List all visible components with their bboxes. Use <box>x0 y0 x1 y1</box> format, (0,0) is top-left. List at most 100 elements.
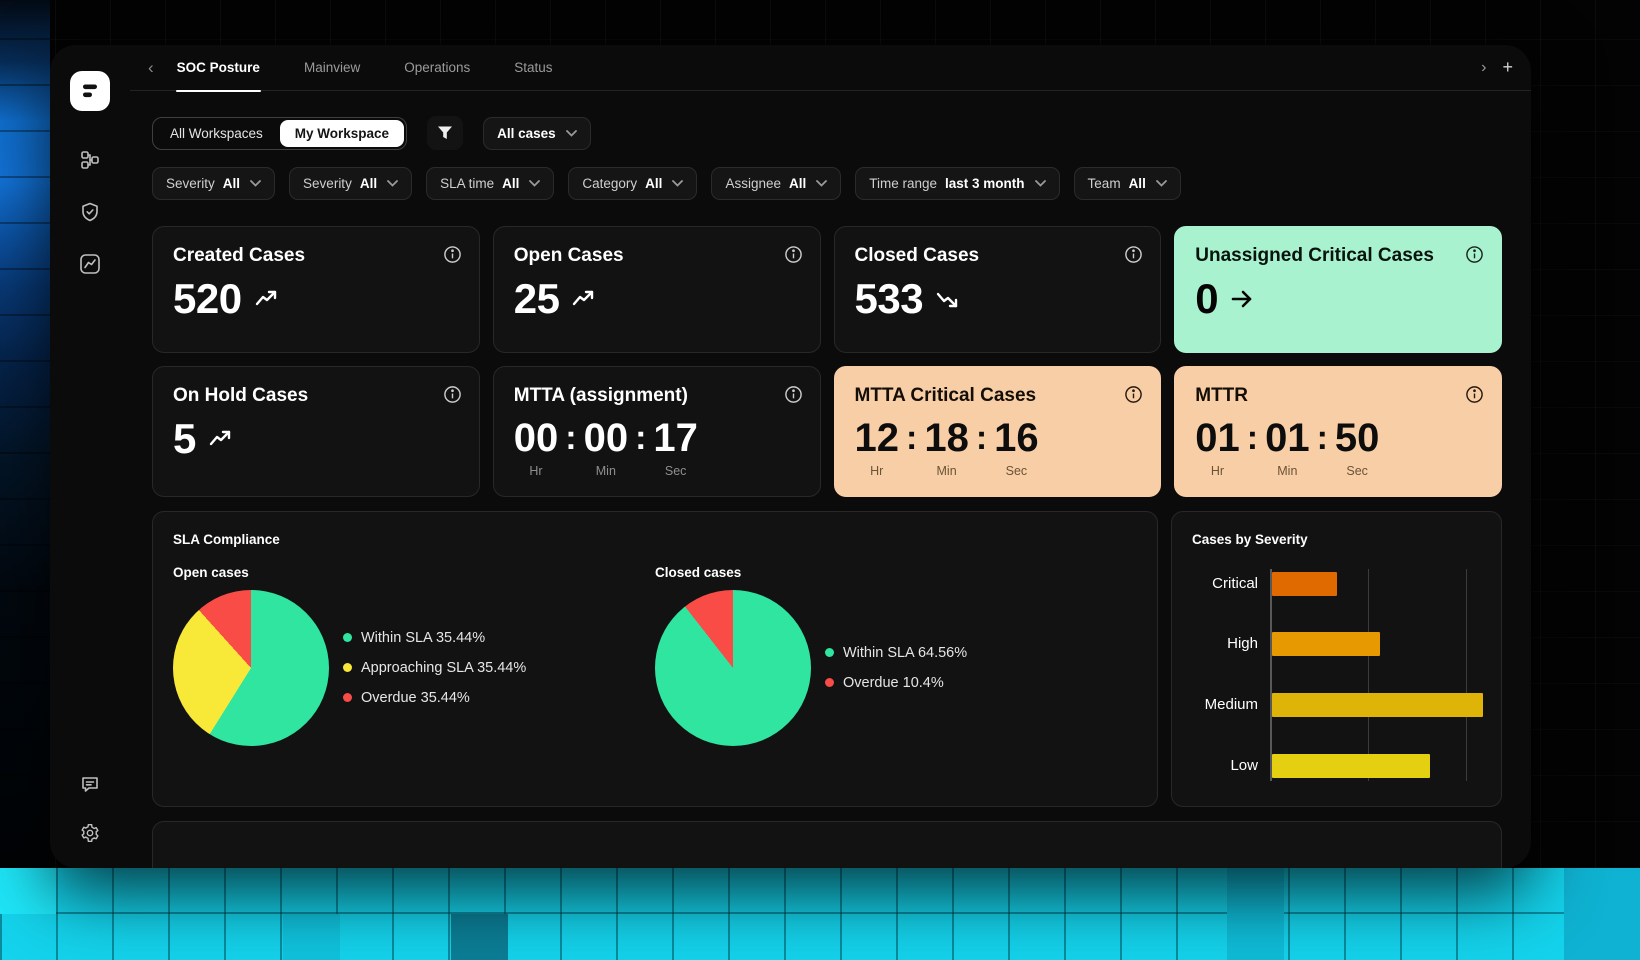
dashboard-main: All Workspaces My Workspace All cases <box>130 91 1531 868</box>
legend-label: Within SLA 35.44% <box>361 630 485 646</box>
tab-bar: ‹ SOC Posture Mainview Operations Status… <box>130 45 1531 91</box>
severity-filter-2[interactable]: Severity All <box>289 167 412 200</box>
time-minutes: 00 <box>584 418 629 458</box>
sla-time-filter[interactable]: SLA time All <box>426 167 554 200</box>
closed-cases-pie-chart <box>655 590 811 746</box>
kpi-title: MTTR <box>1195 385 1481 408</box>
filter-label: Severity <box>166 176 215 191</box>
bar-low <box>1272 754 1430 778</box>
time-separator: : <box>558 418 583 458</box>
gridline <box>1368 569 1369 781</box>
nav-analytics-icon[interactable] <box>71 245 109 283</box>
sla-compliance-card: SLA Compliance Open cases Within SLA 35.… <box>152 511 1158 807</box>
my-workspace-button[interactable]: My Workspace <box>280 120 404 147</box>
team-filter[interactable]: Team All <box>1074 167 1181 200</box>
severity-filter-1[interactable]: Severity All <box>152 167 275 200</box>
filter-funnel-button[interactable] <box>427 116 463 150</box>
filter-value: All <box>789 176 806 191</box>
chevron-down-icon <box>566 130 577 137</box>
time-seconds-label: Sec <box>665 464 687 478</box>
info-icon[interactable] <box>1122 383 1145 406</box>
bar-critical <box>1272 572 1337 596</box>
nav-shield-icon[interactable] <box>71 193 109 231</box>
kpi-grid: Created Cases 520 Open Cases <box>152 226 1502 497</box>
info-icon[interactable] <box>782 383 805 406</box>
legend-dot-overdue <box>825 678 834 687</box>
legend-item: Within SLA 35.44% <box>343 623 526 653</box>
settings-gear-icon[interactable] <box>71 814 109 852</box>
open-cases-chart: Open cases Within SLA 35.44% Approaching… <box>173 565 655 746</box>
tab-operations[interactable]: Operations <box>391 45 483 91</box>
legend-label: Within SLA 64.56% <box>843 645 967 661</box>
severity-plot-area <box>1270 569 1481 781</box>
time-range-filter[interactable]: Time range last 3 month <box>855 167 1059 200</box>
kpi-card-unassigned-critical-cases: Unassigned Critical Cases 0 <box>1174 226 1502 353</box>
info-icon[interactable] <box>1122 243 1145 266</box>
closed-cases-legend: Within SLA 64.56% Overdue 10.4% <box>825 638 967 698</box>
trend-up-icon <box>571 287 595 311</box>
kpi-value: 25 <box>514 278 560 320</box>
app-window: ‹ SOC Posture Mainview Operations Status… <box>50 45 1531 868</box>
open-cases-pie-chart <box>173 590 329 746</box>
time-hours: 01 <box>1195 418 1240 458</box>
app-logo[interactable] <box>70 71 110 111</box>
tab-status[interactable]: Status <box>501 45 565 91</box>
arrow-right-icon <box>1230 287 1254 311</box>
kpi-title: Created Cases <box>173 245 459 268</box>
info-icon[interactable] <box>1463 383 1486 406</box>
info-icon[interactable] <box>1463 243 1486 266</box>
tab-soc-posture[interactable]: SOC Posture <box>164 45 273 91</box>
chevron-down-icon <box>387 180 398 187</box>
filter-label: SLA time <box>440 176 494 191</box>
info-icon[interactable] <box>782 243 805 266</box>
legend-label: Overdue 35.44% <box>361 690 470 706</box>
filter-value: All <box>223 176 240 191</box>
kpi-time-value: 12Hr : 18Min : 16Sec <box>855 418 1141 478</box>
time-separator: : <box>899 418 924 458</box>
category-filter[interactable]: Category All <box>568 167 697 200</box>
info-icon[interactable] <box>441 243 464 266</box>
legend-label: Overdue 10.4% <box>843 675 944 691</box>
open-cases-subtitle: Open cases <box>173 565 655 580</box>
severity-bar-chart: Critical High Medium Low <box>1192 569 1481 781</box>
time-seconds: 50 <box>1335 418 1380 458</box>
legend-label: Approaching SLA 35.44% <box>361 660 526 676</box>
bar-medium <box>1272 693 1483 717</box>
time-seconds-label: Sec <box>1006 464 1028 478</box>
axis-label-high: High <box>1192 632 1270 656</box>
filter-label: Category <box>582 176 637 191</box>
all-cases-dropdown[interactable]: All cases <box>483 117 591 150</box>
desktop-block <box>1227 868 1284 960</box>
all-workspaces-button[interactable]: All Workspaces <box>155 120 278 147</box>
sidebar-nav <box>71 141 109 283</box>
axis-label-critical: Critical <box>1192 572 1270 596</box>
cases-by-severity-title: Cases by Severity <box>1192 532 1481 547</box>
legend-dot-overdue <box>343 693 352 702</box>
kpi-card-mtta-critical-cases: MTTA Critical Cases 12Hr : 18Min : 16Sec <box>834 366 1162 497</box>
desktop-block <box>283 914 340 960</box>
nav-workflow-icon[interactable] <box>71 141 109 179</box>
info-icon[interactable] <box>441 383 464 406</box>
time-separator: : <box>1240 418 1265 458</box>
kpi-time-value: 01Hr : 01Min : 50Sec <box>1195 418 1481 478</box>
add-tab-button[interactable]: + <box>1502 57 1513 78</box>
chevron-down-icon <box>250 180 261 187</box>
tab-mainview[interactable]: Mainview <box>291 45 373 91</box>
tabs-scroll-right-icon[interactable]: › <box>1481 59 1486 77</box>
time-hours: 12 <box>855 418 900 458</box>
cases-by-severity-card: Cases by Severity Critical High Medium L… <box>1171 511 1502 807</box>
filter-label: Assignee <box>725 176 781 191</box>
closed-cases-chart: Closed cases Within SLA 64.56% Overdue 1… <box>655 565 1137 746</box>
kpi-card-mtta-assignment: MTTA (assignment) 00Hr : 00Min : 17Sec <box>493 366 821 497</box>
assignee-filter[interactable]: Assignee All <box>711 167 841 200</box>
kpi-card-open-cases: Open Cases 25 <box>493 226 821 353</box>
tabs-scroll-left-icon[interactable]: ‹ <box>138 58 164 78</box>
legend-dot-approaching-sla <box>343 663 352 672</box>
filter-pill-row: Severity All Severity All SLA time All C… <box>152 167 1502 200</box>
desktop-bottom-blocks <box>0 868 1640 960</box>
feedback-icon[interactable] <box>71 766 109 804</box>
trend-down-icon <box>935 287 959 311</box>
kpi-title: Unassigned Critical Cases <box>1195 245 1481 268</box>
axis-label-low: Low <box>1192 754 1270 778</box>
kpi-card-created-cases: Created Cases 520 <box>152 226 480 353</box>
